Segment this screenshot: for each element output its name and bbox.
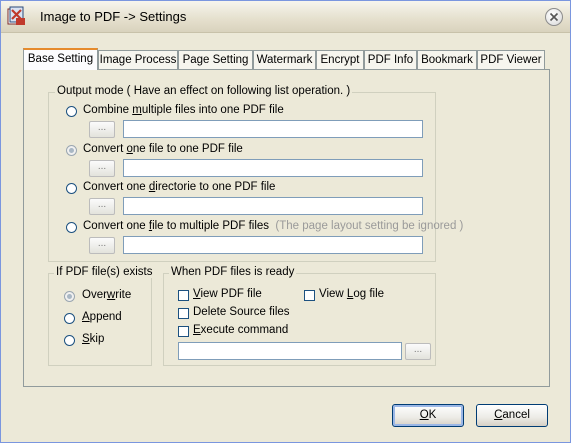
tab-watermark[interactable]: Watermark <box>253 50 316 69</box>
label-convert-directory: Convert one directorie to one PDF file <box>83 181 275 193</box>
tab-encrypt[interactable]: Encrypt <box>316 50 364 69</box>
browse-button-one-to-one[interactable]: ... <box>89 160 115 177</box>
output-mode-legend: Output mode ( Have an effect on followin… <box>55 85 353 97</box>
browse-button-directory[interactable]: ... <box>89 198 115 215</box>
tab-pdf-info[interactable]: PDF Info <box>364 50 417 69</box>
tab-label: Image Process <box>99 54 177 66</box>
if-exists-legend: If PDF file(s) exists <box>54 266 155 278</box>
window-title: Image to PDF -> Settings <box>40 9 187 24</box>
tab-label: Watermark <box>256 54 313 66</box>
if-exists-group: If PDF file(s) exists Overwrite Append S… <box>48 266 155 366</box>
label-text: View <box>319 288 347 300</box>
command-input[interactable] <box>178 342 402 360</box>
when-ready-legend: When PDF files is ready <box>169 266 297 278</box>
when-ready-group: When PDF files is ready View PDF file Vi… <box>163 266 436 366</box>
checkbox-view-log[interactable] <box>304 290 315 301</box>
label-convert-one-to-one: Convert one file to one PDF file <box>83 143 243 155</box>
tab-label: Page Setting <box>182 54 249 66</box>
ok-button[interactable]: OK <box>392 404 464 427</box>
browse-button-combine[interactable]: ... <box>89 121 115 138</box>
label-view-pdf: View PDF file <box>193 288 262 300</box>
tab-bookmark[interactable]: Bookmark <box>417 50 477 69</box>
label-text: ile to multiple PDF files <box>152 220 270 232</box>
label-accelerator: S <box>82 333 90 345</box>
app-icon <box>7 6 25 25</box>
label-skip: Skip <box>82 333 104 345</box>
button-accelerator: O <box>419 409 429 421</box>
label-view-log: View Log file <box>319 288 384 300</box>
close-icon <box>549 12 559 22</box>
tab-label: PDF Viewer <box>480 54 542 66</box>
label-combine-multiple: Combine multiple files into one PDF file <box>83 104 284 116</box>
radio-convert-one-to-multiple[interactable] <box>66 222 77 233</box>
base-setting-panel: Output mode ( Have an effect on followin… <box>23 69 550 387</box>
tab-label: Encrypt <box>320 54 360 66</box>
radio-combine-multiple[interactable] <box>66 106 77 117</box>
path-input-one-to-one[interactable] <box>123 159 423 177</box>
path-input-one-to-multiple[interactable] <box>123 236 423 254</box>
label-text: rite <box>115 289 132 301</box>
label-accelerator: A <box>82 311 90 323</box>
label-text: ne file to one PDF file <box>132 143 243 155</box>
label-text: iew PDF file <box>200 288 262 300</box>
label-text: Convert one <box>83 181 149 193</box>
radio-convert-directory[interactable] <box>66 183 77 194</box>
radio-skip[interactable] <box>64 335 75 346</box>
label-overwrite: Overwrite <box>82 289 131 301</box>
radio-convert-one-to-one[interactable] <box>66 145 77 156</box>
output-mode-group: Output mode ( Have an effect on followin… <box>48 85 463 262</box>
browse-button-command[interactable]: ... <box>405 343 431 360</box>
label-execute-command: Execute command <box>193 324 288 336</box>
label-text: Combine <box>83 104 133 116</box>
radio-overwrite[interactable] <box>64 291 75 302</box>
tab-image-process[interactable]: Image Process <box>98 50 178 69</box>
label-accelerator: w <box>106 289 116 301</box>
button-text: K <box>428 409 437 421</box>
checkbox-view-pdf[interactable] <box>178 290 189 301</box>
label-text: Convert <box>83 143 127 155</box>
layout-ignored-hint: (The page layout setting be ignored ) <box>275 220 464 232</box>
path-input-combine[interactable] <box>123 120 423 138</box>
cancel-button[interactable]: Cancel <box>476 404 548 427</box>
path-input-directory[interactable] <box>123 197 423 215</box>
tab-label: Base Setting <box>27 53 94 65</box>
checkbox-delete-source[interactable] <box>178 308 189 319</box>
label-text: ultiple files into one PDF file <box>141 104 284 116</box>
label-text: Convert one <box>83 220 149 232</box>
tab-label: Bookmark <box>421 54 473 66</box>
tab-base-setting[interactable]: Base Setting <box>23 48 98 70</box>
title-bar[interactable]: Image to PDF -> Settings <box>1 1 570 33</box>
label-text: kip <box>89 333 105 345</box>
tab-label: PDF Info <box>367 54 414 66</box>
tab-page-setting[interactable]: Page Setting <box>178 50 253 69</box>
label-text: ppend <box>89 311 122 323</box>
label-accelerator: E <box>193 324 201 336</box>
label-append: Append <box>82 311 122 323</box>
checkbox-execute-command[interactable] <box>178 326 189 337</box>
browse-button-one-to-multiple[interactable]: ... <box>89 237 115 254</box>
radio-append[interactable] <box>64 313 75 324</box>
label-text: irectorie to one PDF file <box>155 181 276 193</box>
settings-window: Image to PDF -> Settings Base Setting Im… <box>0 0 571 443</box>
close-button[interactable] <box>545 8 563 26</box>
label-text: xecute command <box>200 324 289 336</box>
label-accelerator: m <box>132 104 142 116</box>
button-text: ancel <box>502 409 530 421</box>
label-convert-one-to-multiple: Convert one file to multiple PDF files (… <box>83 220 463 232</box>
label-delete-source: Delete Source files <box>193 306 290 318</box>
tab-pdf-viewer[interactable]: PDF Viewer <box>477 50 545 69</box>
label-text: og file <box>353 288 385 300</box>
label-text: Over <box>82 289 107 301</box>
